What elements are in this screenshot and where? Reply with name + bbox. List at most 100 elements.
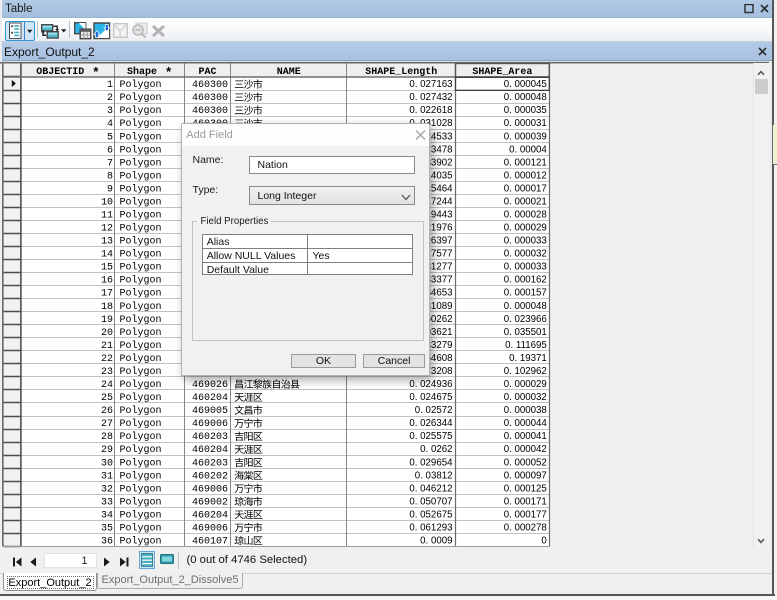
svg-text:0. 000012: 0. 000012 bbox=[504, 170, 547, 181]
svg-text:Polygon: Polygon bbox=[120, 483, 162, 495]
svg-text:9: 9 bbox=[107, 184, 113, 195]
svg-text:0. 000125: 0. 000125 bbox=[504, 483, 547, 494]
svg-text:Polygon: Polygon bbox=[120, 223, 162, 235]
svg-text:0. 19371: 0. 19371 bbox=[509, 353, 547, 364]
svg-text:0. 02572: 0. 02572 bbox=[415, 405, 453, 416]
svg-text:0. 035501: 0. 035501 bbox=[504, 327, 547, 338]
svg-text:Polygon: Polygon bbox=[120, 131, 162, 143]
svg-text:0. 022618: 0. 022618 bbox=[409, 105, 452, 116]
svg-text:0. 000038: 0. 000038 bbox=[504, 405, 547, 416]
svg-text:16: 16 bbox=[101, 276, 113, 287]
svg-text:Polygon: Polygon bbox=[120, 118, 162, 130]
svg-text:19: 19 bbox=[101, 315, 113, 326]
svg-text:0. 0262: 0. 0262 bbox=[420, 444, 452, 455]
svg-text:0. 024936: 0. 024936 bbox=[409, 379, 452, 390]
svg-text:0. 000162: 0. 000162 bbox=[504, 275, 547, 286]
svg-text:460204: 460204 bbox=[192, 393, 228, 404]
svg-text:SHAPE_Length: SHAPE_Length bbox=[365, 66, 437, 78]
svg-text:SHAPE_Area: SHAPE_Area bbox=[472, 67, 532, 78]
svg-text:0. 024675: 0. 024675 bbox=[409, 392, 452, 403]
svg-text:Polygon: Polygon bbox=[120, 379, 162, 391]
svg-text:0. 000171: 0. 000171 bbox=[504, 496, 547, 507]
svg-text:0. 023966: 0. 023966 bbox=[504, 314, 547, 325]
svg-text:22: 22 bbox=[101, 354, 113, 365]
svg-text:Polygon: Polygon bbox=[120, 183, 162, 195]
svg-text:4: 4 bbox=[107, 119, 113, 130]
svg-text:Polygon: Polygon bbox=[120, 366, 162, 378]
svg-text:34: 34 bbox=[101, 510, 113, 521]
svg-text:18: 18 bbox=[101, 302, 113, 313]
svg-text:Polygon: Polygon bbox=[120, 105, 162, 117]
svg-text:Polygon: Polygon bbox=[120, 92, 162, 104]
svg-text:0. 0009: 0. 0009 bbox=[420, 536, 452, 547]
svg-text:0. 000177: 0. 000177 bbox=[504, 509, 547, 520]
svg-text:35: 35 bbox=[101, 524, 113, 535]
svg-text:Polygon: Polygon bbox=[120, 327, 162, 339]
svg-text:0. 027432: 0. 027432 bbox=[409, 92, 452, 103]
svg-text:469006: 469006 bbox=[192, 524, 228, 535]
svg-text:23: 23 bbox=[101, 367, 113, 378]
svg-text:Polygon: Polygon bbox=[120, 262, 162, 274]
svg-text:0. 000278: 0. 000278 bbox=[504, 523, 547, 534]
svg-text:Polygon: Polygon bbox=[120, 523, 162, 535]
svg-text:36: 36 bbox=[101, 537, 113, 548]
svg-text:0: 0 bbox=[541, 536, 547, 547]
svg-text:0. 00004: 0. 00004 bbox=[509, 144, 547, 155]
svg-text:Polygon: Polygon bbox=[120, 392, 162, 404]
svg-text:0. 000035: 0. 000035 bbox=[504, 105, 547, 116]
svg-text:0. 000021: 0. 000021 bbox=[504, 197, 547, 208]
svg-text:0. 025575: 0. 025575 bbox=[409, 431, 452, 442]
svg-text:460204: 460204 bbox=[192, 445, 228, 456]
svg-text:Polygon: Polygon bbox=[120, 457, 162, 469]
svg-text:460300: 460300 bbox=[192, 106, 228, 117]
svg-text:Polygon: Polygon bbox=[120, 197, 162, 209]
svg-text:11: 11 bbox=[101, 211, 113, 222]
svg-text:460203: 460203 bbox=[192, 458, 228, 469]
svg-text:2: 2 bbox=[107, 93, 113, 104]
svg-text:1: 1 bbox=[107, 80, 113, 91]
svg-text:0. 000042: 0. 000042 bbox=[504, 444, 547, 455]
svg-text:469006: 469006 bbox=[192, 419, 228, 430]
svg-text:0. 000039: 0. 000039 bbox=[504, 131, 547, 142]
svg-text:0. 000045: 0. 000045 bbox=[504, 79, 547, 90]
svg-text:29: 29 bbox=[101, 445, 113, 456]
svg-text:32: 32 bbox=[101, 484, 113, 495]
svg-text:17: 17 bbox=[101, 289, 113, 300]
svg-text:460204: 460204 bbox=[192, 510, 228, 521]
svg-text:0. 000048: 0. 000048 bbox=[504, 301, 547, 312]
svg-text:460300: 460300 bbox=[192, 80, 228, 91]
svg-text:0. 027163: 0. 027163 bbox=[409, 79, 452, 90]
svg-text:Polygon: Polygon bbox=[120, 340, 162, 352]
svg-text:Polygon: Polygon bbox=[120, 144, 162, 156]
svg-text:8: 8 bbox=[107, 171, 113, 182]
svg-text:5: 5 bbox=[107, 132, 113, 143]
svg-text:0. 000029: 0. 000029 bbox=[504, 223, 547, 234]
svg-text:24: 24 bbox=[101, 380, 113, 391]
svg-text:10: 10 bbox=[101, 198, 113, 209]
svg-text:0. 000048: 0. 000048 bbox=[504, 92, 547, 103]
svg-text:Polygon: Polygon bbox=[120, 470, 162, 482]
svg-text:469002: 469002 bbox=[192, 497, 228, 508]
svg-text:0. 029654: 0. 029654 bbox=[409, 457, 453, 468]
svg-text:0. 000032: 0. 000032 bbox=[504, 392, 547, 403]
svg-text:Polygon: Polygon bbox=[120, 431, 162, 443]
svg-text:3: 3 bbox=[107, 106, 113, 117]
svg-text:0. 046212: 0. 046212 bbox=[409, 483, 452, 494]
svg-text:0. 000157: 0. 000157 bbox=[504, 288, 547, 299]
svg-text:Polygon: Polygon bbox=[120, 275, 162, 287]
svg-text:25: 25 bbox=[101, 393, 113, 404]
svg-text:0. 000097: 0. 000097 bbox=[504, 470, 547, 481]
svg-text:Polygon: Polygon bbox=[120, 353, 162, 365]
svg-text:0. 050707: 0. 050707 bbox=[409, 496, 452, 507]
svg-text:0. 000052: 0. 000052 bbox=[504, 457, 547, 468]
svg-text:33: 33 bbox=[101, 497, 113, 508]
svg-text:Polygon: Polygon bbox=[120, 509, 162, 521]
svg-text:31: 31 bbox=[101, 471, 113, 482]
svg-text:0. 000121: 0. 000121 bbox=[504, 157, 547, 168]
svg-text:0. 000033: 0. 000033 bbox=[504, 236, 547, 247]
svg-text:6: 6 bbox=[107, 145, 113, 156]
svg-text:460107: 460107 bbox=[192, 537, 228, 548]
svg-text:460300: 460300 bbox=[192, 93, 228, 104]
svg-text:0. 111695: 0. 111695 bbox=[505, 340, 547, 351]
svg-text:0. 000041: 0. 000041 bbox=[504, 431, 547, 442]
